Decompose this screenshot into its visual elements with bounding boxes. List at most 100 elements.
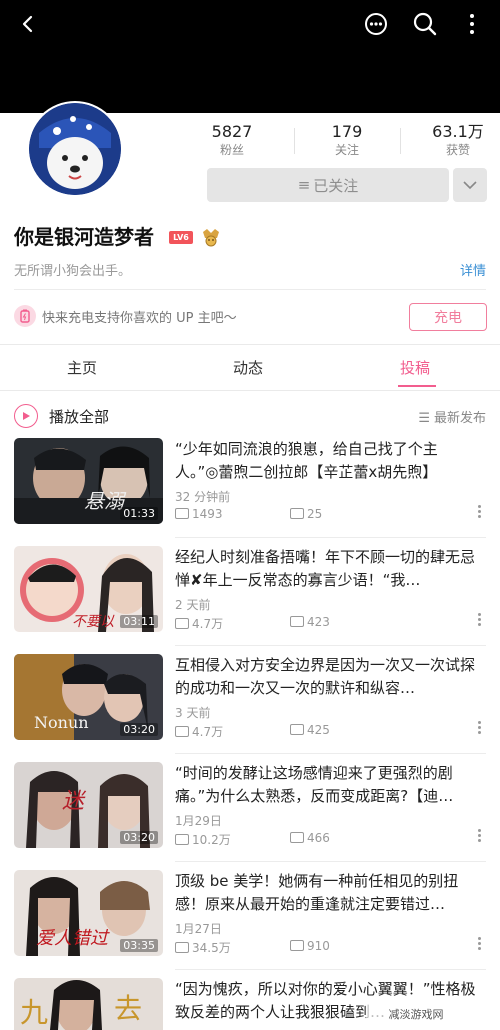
tab-home[interactable]: 主页 [67,357,97,378]
video-thumbnail[interactable]: 爱人错过 03:35 [14,870,163,956]
message-icon[interactable] [360,8,392,40]
video-title[interactable]: “少年如同流浪的狼崽，给自己找了个主人。”◎蕾煦二创拉郎【辛芷蕾x胡先煦】 [175,438,481,484]
play-count-icon [175,508,189,519]
video-more-icon[interactable] [478,829,482,845]
svg-text:Nonun: Nonun [34,713,89,732]
level-badge: LV6 [169,231,193,244]
video-title[interactable]: “时间的发酵让这场感情迎来了更强烈的剧痛。”为什么太熟悉，反而变成距离?【迪… [175,762,481,808]
video-views-value: 34.5万 [192,941,231,955]
video-title[interactable]: 顶级 be 美学！她俩有一种前任相见的别扭感！原来从最开始的重逢就注定要错过… [175,870,481,916]
video-views: 1493 [175,507,223,521]
video-more-icon[interactable] [478,505,482,521]
charge-prompt: 快来充电支持你喜欢的 UP 主吧～ [42,311,237,326]
video-time: 1月29日 [175,814,222,828]
play-icon[interactable] [14,404,38,428]
stat-following-value: 179 [331,122,363,141]
expand-more-button[interactable] [453,168,487,202]
svg-text:不要以: 不要以 [72,614,115,630]
stat-following[interactable]: 179 关注 [307,122,387,158]
search-icon[interactable] [409,8,441,40]
play-all-row: 播放全部 ☰ 最新发布 [14,402,486,430]
svg-text:九: 九 [20,996,48,1029]
svg-text:迷: 迷 [62,789,87,814]
video-title[interactable]: 经纪人时刻准备捂嘴！年下不顾一切的肆无忌惮✘年上一反常态的寡言少语！“我… [175,546,481,592]
danmaku-icon [290,940,304,951]
stat-likes[interactable]: 63.1万 获赞 [418,122,498,158]
video-comments: 466 [290,831,330,845]
video-thumbnail[interactable]: Nonun 03:20 [14,654,163,740]
followed-button[interactable]: ≡ 已关注 [207,168,449,202]
video-views-value: 4.7万 [192,725,224,739]
video-time: 32 分钟前 [175,490,231,504]
chevron-down-icon [463,181,477,190]
medal-icon[interactable] [200,226,222,248]
tab-uploads[interactable]: 投稿 [400,357,430,378]
svg-text:去: 去 [114,992,142,1025]
video-more-icon[interactable] [478,721,482,737]
stat-divider [294,128,295,154]
danmaku-icon [290,616,304,627]
stat-fans[interactable]: 5827 粉丝 [192,122,272,158]
sort-button[interactable]: ☰ 最新发布 [418,407,486,426]
stat-likes-value: 63.1万 [432,122,484,141]
video-thumbnail[interactable]: 不要以 03:11 [14,546,163,632]
divider [175,645,486,646]
avatar[interactable] [27,101,123,197]
list-icon: ≡ [297,176,311,194]
video-comments: 423 [290,615,330,629]
divider [175,753,486,754]
battery-icon [14,305,36,327]
video-comments: 910 [290,939,330,953]
stat-fans-label: 粉丝 [219,143,244,157]
video-item[interactable]: Nonun 03:20 互相侵入对方安全边界是因为一次又一次试探的成功和一次又一… [14,654,486,740]
tab-dynamics[interactable]: 动态 [233,357,263,378]
video-item[interactable]: 爱人错过 03:35 顶级 be 美学！她俩有一种前任相见的别扭感！原来从最开始… [14,870,486,956]
stat-divider [400,128,401,154]
play-all-button[interactable]: 播放全部 [49,406,109,427]
video-more-icon[interactable] [478,613,482,629]
video-item[interactable]: 迷 03:20 “时间的发酵让这场感情迎来了更强烈的剧痛。”为什么太熟悉，反而变… [14,762,486,848]
play-count-icon [175,834,189,845]
sort-icon: ☰ [418,411,430,426]
video-stats: 10.2万 466 [175,831,486,847]
video-duration: 03:20 [120,831,158,844]
video-title[interactable]: 互相侵入对方安全边界是因为一次又一次试探的成功和一次又一次的默许和纵容… [175,654,481,700]
back-icon[interactable] [12,8,44,40]
video-thumbnail[interactable]: 迷 03:20 [14,762,163,848]
stat-likes-label: 获赞 [445,143,470,157]
divider [175,969,486,970]
play-count-icon [175,618,189,629]
video-time: 3 天前 [175,706,211,720]
video-stats: 1493 25 [175,507,486,523]
divider [0,390,500,391]
play-count-icon [175,726,189,737]
more-vertical-icon[interactable] [456,8,488,40]
video-more-icon[interactable] [478,937,482,953]
video-duration: 03:20 [120,723,158,736]
play-count-icon [175,942,189,953]
top-bar [0,0,500,113]
stat-following-label: 关注 [334,143,359,157]
video-item[interactable]: 不要以 03:11 经纪人时刻准备捂嘴！年下不顾一切的肆无忌惮✘年上一反常态的寡… [14,546,486,632]
sort-label: 最新发布 [433,411,486,426]
divider [14,289,486,290]
video-stats: 4.7万 425 [175,723,486,739]
danmaku-icon [290,832,304,843]
video-thumbnail[interactable]: 去 九 [14,978,163,1030]
video-comments-value: 466 [307,831,330,845]
charge-button[interactable]: 充电 [409,303,487,331]
video-time: 1月27日 [175,922,222,936]
video-stats: 34.5万 910 [175,939,486,955]
video-comments-value: 25 [307,507,323,521]
video-time: 2 天前 [175,598,211,612]
video-views: 4.7万 [175,615,223,632]
video-thumbnail[interactable]: 悬溺 01:33 [14,438,163,524]
video-stats: 4.7万 423 [175,615,486,631]
followed-button-label: 已关注 [313,176,359,195]
stat-fans-value: 5827 [211,122,253,141]
username: 你是银河造梦者 [14,225,154,249]
divider [175,861,486,862]
details-link[interactable]: 详情 [460,260,486,279]
profile-stats: 5827 粉丝 179 关注 63.1万 获赞 [207,122,487,162]
video-item[interactable]: 悬溺 01:33 “少年如同流浪的狼崽，给自己找了个主人。”◎蕾煦二创拉郎【辛芷… [14,438,486,524]
